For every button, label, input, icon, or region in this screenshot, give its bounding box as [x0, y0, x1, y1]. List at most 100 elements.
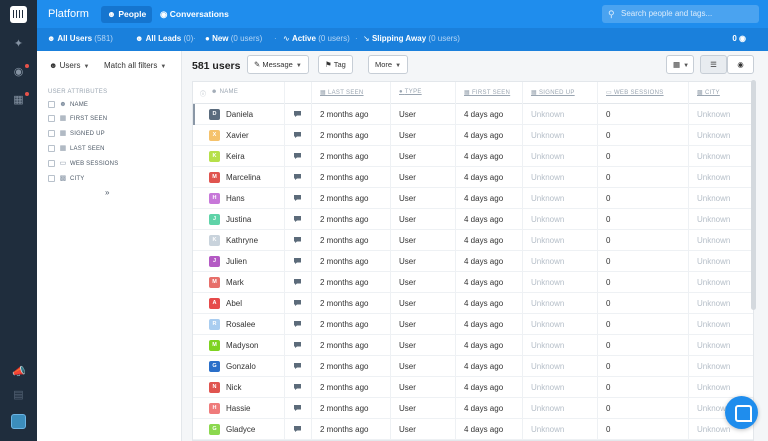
viewers-indicator[interactable]: 0 ◉ [732, 34, 746, 43]
list-view-button[interactable]: ☰ [700, 55, 727, 74]
attribute-first-seen[interactable]: ▦ FIRST SEEN [48, 114, 107, 123]
cell-name[interactable]: Keira [226, 146, 245, 167]
table-row[interactable]: K Keira 2 months ago User 4 days ago Unknown 0… [193, 146, 753, 167]
table-row[interactable]: K Kathryne 2 months ago User 4 days ago Unkno… [193, 230, 753, 251]
double-chevron-down-icon[interactable]: » [105, 188, 109, 197]
inbox-nav-icon[interactable]: ▦ [12, 94, 25, 107]
cell-name[interactable]: Justina [226, 209, 251, 230]
top-bar: Platform ☻︎ People ◉ Conversations ⚲ Sea… [37, 0, 768, 28]
chat-bubble-icon[interactable] [293, 362, 302, 370]
chat-bubble-icon[interactable] [293, 299, 302, 307]
map-view-button[interactable]: ◉ [727, 55, 754, 74]
more-button[interactable]: More ▼ [368, 55, 409, 74]
users-nav-icon[interactable]: ◉ [12, 66, 25, 79]
table-row[interactable]: M Madyson 2 months ago User 4 days ago Unknow… [193, 335, 753, 356]
chat-bubble-icon[interactable] [293, 194, 302, 202]
segment-all-leads[interactable]: ☻︎ All Leads (0) [135, 34, 193, 43]
columns-button[interactable]: ▦ ▼ [666, 55, 694, 74]
cell-name[interactable]: Rosalee [226, 314, 255, 335]
segment-active[interactable]: ∿ Active (0 users) [283, 34, 350, 43]
table-row[interactable]: J Julien 2 months ago User 4 days ago Unknown… [193, 251, 753, 272]
users-dropdown[interactable]: ☻︎ Users ▼ [49, 61, 90, 70]
column-first-seen[interactable]: ▦ FIRST SEEN [464, 89, 510, 96]
caret-down-icon: ▼ [160, 64, 167, 70]
column-name[interactable]: ☻︎ NAME [211, 89, 238, 95]
checkbox[interactable] [48, 175, 55, 182]
cell-name[interactable]: Daniela [226, 104, 253, 125]
table-row[interactable]: X Xavier 2 months ago User 4 days ago Unknown… [193, 125, 753, 146]
attribute-city[interactable]: ▩ CITY [48, 174, 84, 183]
cell-name[interactable]: Gonzalo [226, 356, 256, 377]
account-avatar[interactable] [11, 414, 26, 429]
cell-name[interactable]: Nick [226, 377, 242, 398]
attribute-signed-up[interactable]: ▦ SIGNED UP [48, 129, 105, 138]
table-row[interactable]: A Abel 2 months ago User 4 days ago Unknown 0 U… [193, 293, 753, 314]
column-city[interactable]: ▩ CITY [697, 89, 720, 96]
chat-bubble-icon[interactable] [293, 320, 302, 328]
table-row[interactable]: D Daniela 2 months ago User 4 days ago Unknow… [193, 104, 753, 125]
table-row[interactable]: R Rosalee 2 months ago User 4 days ago Unknow… [193, 314, 753, 335]
chat-bubble-icon[interactable] [293, 341, 302, 349]
checkbox[interactable] [48, 115, 55, 122]
chat-bubble-icon[interactable] [293, 257, 302, 265]
cell-name[interactable]: Hassie [226, 398, 250, 419]
cell-name[interactable]: Madyson [226, 335, 258, 356]
checkbox[interactable] [48, 130, 55, 137]
match-filters-dropdown[interactable]: Match all filters ▼ [104, 61, 166, 70]
chat-bubble-icon[interactable] [293, 173, 302, 181]
table-row[interactable]: N Nick 2 months ago User 4 days ago Unknown 0 U… [193, 377, 753, 398]
chat-bubble-icon[interactable] [293, 404, 302, 412]
checkbox[interactable] [48, 145, 55, 152]
cell-name[interactable]: Kathryne [226, 230, 258, 251]
cell-name[interactable]: Mark [226, 272, 244, 293]
checkbox[interactable] [48, 160, 55, 167]
chat-bubble-icon[interactable] [293, 131, 302, 139]
cell-name[interactable]: Abel [226, 293, 242, 314]
search-input[interactable]: ⚲ Search people and tags... [602, 5, 759, 23]
cell-name[interactable]: Gladyce [226, 419, 255, 440]
table-row[interactable]: J Justina 2 months ago User 4 days ago Unknow… [193, 209, 753, 230]
attribute-last-seen[interactable]: ▦ LAST SEEN [48, 144, 105, 153]
cell-sessions: 0 [606, 299, 611, 308]
table-row[interactable]: H Hans 2 months ago User 4 days ago Unknown 0 U… [193, 188, 753, 209]
attribute-name[interactable]: ☻︎ NAME [48, 100, 88, 109]
message-button[interactable]: ✎ Message ▼ [247, 55, 309, 74]
rocket-icon[interactable]: ✦ [12, 38, 25, 51]
chat-bubble-icon[interactable] [293, 278, 302, 286]
chat-bubble-icon[interactable] [293, 110, 302, 118]
avatar: J [209, 214, 220, 225]
table-row[interactable]: H Hassie 2 months ago User 4 days ago Unknown… [193, 398, 753, 419]
cell-name[interactable]: Hans [226, 188, 245, 209]
chat-bubble-icon[interactable] [293, 152, 302, 160]
chat-bubble-icon[interactable] [293, 215, 302, 223]
cell-name[interactable]: Xavier [226, 125, 249, 146]
table-row[interactable]: G Gonzalo 2 months ago User 4 days ago Unknow… [193, 356, 753, 377]
cell-name[interactable]: Julien [226, 251, 247, 272]
segment-slipping-away[interactable]: ↘ Slipping Away (0 users) [363, 34, 460, 43]
column-signed-up[interactable]: ▦ SIGNED UP [531, 89, 575, 96]
column-last-seen[interactable]: ▦ LAST SEEN [320, 89, 364, 96]
tab-conversations[interactable]: ◉ Conversations [154, 6, 235, 23]
segment-all-users[interactable]: ☻︎ All Users (581) [47, 34, 113, 43]
segment-new[interactable]: ● New (0 users) [205, 34, 262, 43]
chat-bubble-icon[interactable] [293, 236, 302, 244]
column-type[interactable]: ● TYPE [399, 89, 422, 95]
book-icon[interactable]: ▤ [12, 389, 25, 402]
megaphone-icon[interactable]: 📣 [12, 366, 26, 379]
info-icon[interactable]: ⓘ [200, 89, 206, 98]
scrollbar[interactable] [751, 80, 756, 310]
tab-people[interactable]: ☻︎ People [101, 6, 153, 23]
table-row[interactable]: M Marcelina 2 months ago User 4 days ago Unkn… [193, 167, 753, 188]
tag-button[interactable]: ⚑ Tag [318, 55, 353, 74]
column-web-sessions[interactable]: ▭ WEB SESSIONS [606, 89, 664, 96]
checkbox[interactable] [48, 101, 55, 108]
chat-bubble-icon[interactable] [293, 383, 302, 391]
attribute-web-sessions[interactable]: ▭ WEB SESSIONS [48, 159, 118, 168]
browser-icon: ▭ [606, 90, 612, 96]
table-row[interactable]: G Gladyce 2 months ago User 4 days ago Unknow… [193, 419, 753, 440]
app-logo-icon[interactable] [10, 6, 27, 23]
cell-name[interactable]: Marcelina [226, 167, 261, 188]
table-row[interactable]: M Mark 2 months ago User 4 days ago Unknown 0 U… [193, 272, 753, 293]
chat-bubble-icon[interactable] [293, 425, 302, 433]
messenger-launcher-button[interactable] [725, 396, 758, 429]
